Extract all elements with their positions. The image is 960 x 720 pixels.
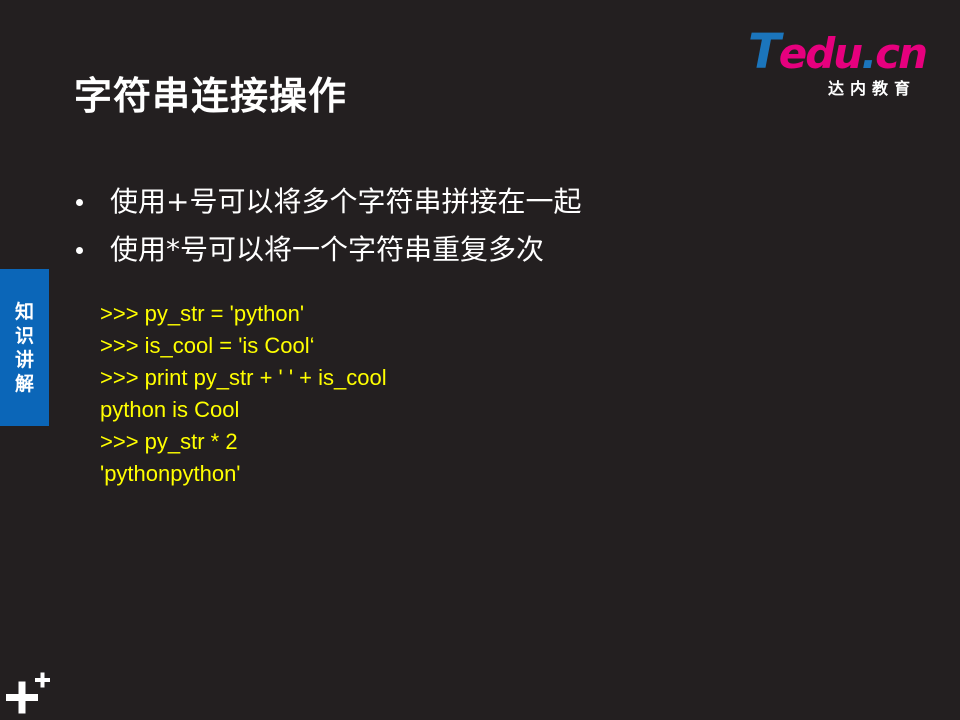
code-example: >>> py_str = 'python' >>> is_cool = 'is …: [100, 298, 387, 490]
bullet-dot-icon: [76, 247, 83, 254]
code-line: >>> py_str * 2: [100, 429, 238, 454]
side-tab-knowledge: 知识讲解: [0, 269, 49, 426]
slide-title: 字符串连接操作: [74, 74, 348, 118]
bullet-dot-icon: [76, 199, 83, 206]
code-line: python is Cool: [100, 397, 240, 422]
logo-mark-t: T: [748, 24, 781, 80]
bullet-item: 使用*号可以将一个字符串重复多次: [74, 226, 581, 274]
code-line: >>> is_cool = 'is Cool‘: [100, 333, 315, 358]
slide: Tedu.cn 达内教育 字符串连接操作 使用+号可以将多个字符串拼接在一起 使…: [0, 0, 960, 720]
code-line: 'pythonpython': [100, 461, 241, 486]
logo-mark-cn: cn: [875, 29, 928, 78]
plus-plus-icon: [6, 672, 50, 714]
bullet-text: 使用*号可以将一个字符串重复多次: [110, 233, 545, 266]
code-line: >>> print py_str + ' ' + is_cool: [100, 365, 387, 390]
bullet-list: 使用+号可以将多个字符串拼接在一起 使用*号可以将一个字符串重复多次: [74, 178, 581, 274]
logo-mark-dot: .: [861, 29, 877, 78]
bullet-item: 使用+号可以将多个字符串拼接在一起: [74, 178, 581, 226]
tedu-logo: Tedu.cn 达内教育: [748, 28, 938, 98]
logo-mark-edu: edu: [778, 29, 863, 78]
logo-wordmark: Tedu.cn: [748, 28, 928, 78]
side-tab-label: 知识讲解: [14, 300, 34, 395]
logo-subtitle: 达内教育: [828, 79, 917, 98]
bullet-text: 使用+号可以将多个字符串拼接在一起: [110, 185, 582, 218]
code-line: >>> py_str = 'python': [100, 301, 305, 326]
